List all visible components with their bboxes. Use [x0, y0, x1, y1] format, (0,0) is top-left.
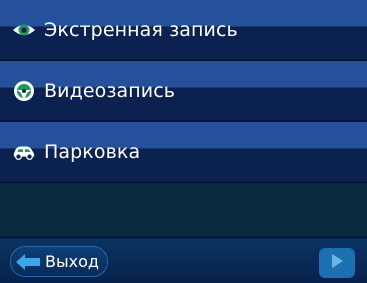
menu-item-label: Видеозапись: [44, 79, 176, 102]
eye-icon: [12, 18, 36, 42]
back-arrow-icon: [15, 252, 41, 272]
menu-item-label: Парковка: [44, 140, 141, 163]
exit-label: Выход: [45, 252, 99, 271]
exit-button[interactable]: Выход: [10, 246, 108, 277]
menu-item-video-recording[interactable]: Видеозапись: [0, 61, 367, 122]
menu-item-label: Экстренная запись: [44, 18, 238, 41]
menu-item-emergency-recording[interactable]: Экстренная запись: [0, 0, 367, 61]
next-button[interactable]: [319, 248, 355, 278]
empty-menu-row: [0, 183, 367, 238]
car-icon: [12, 140, 36, 164]
menu-item-parking[interactable]: Парковка: [0, 122, 367, 183]
settings-screen: Экстренная запись Видеозапись Парковка В…: [0, 0, 367, 283]
steering-wheel-icon: [12, 79, 36, 103]
play-arrow-icon: [330, 253, 344, 273]
bottom-bar: Выход: [0, 239, 367, 283]
